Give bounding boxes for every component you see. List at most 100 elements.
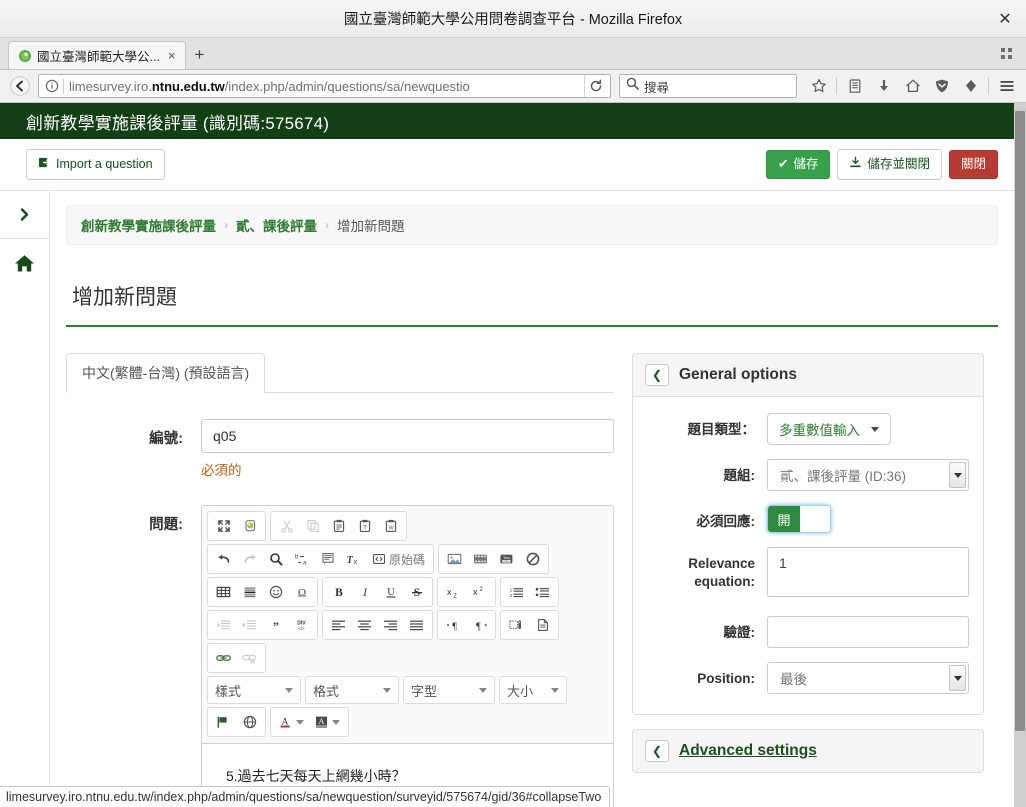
downloads-icon[interactable] [870,73,897,99]
collapse-toggle-icon[interactable]: ❮ [645,740,669,762]
numbered-list-icon[interactable]: 12 [504,580,529,604]
text-direction-ltr-icon[interactable]: ¶ [441,613,466,637]
globe-icon[interactable] [237,710,262,734]
select-arrow-icon[interactable] [949,462,966,488]
templates-icon[interactable] [504,613,529,637]
outdent-icon[interactable] [211,613,236,637]
styles-combo[interactable]: 樣式 [207,676,301,704]
page-scrollbar[interactable] [1014,103,1026,807]
text-color-icon[interactable]: A [274,710,309,734]
close-label: 關閉 [960,157,986,171]
home-icon [15,254,34,271]
superscript-icon[interactable]: x2 [467,580,492,604]
pocket-icon[interactable] [957,73,984,99]
font-combo[interactable]: 字型 [403,676,495,704]
copy-icon[interactable] [300,514,325,538]
general-options-header[interactable]: ❮ General options [633,354,983,397]
undo-icon[interactable] [211,547,236,571]
paste-as-text-icon[interactable]: T [352,514,377,538]
reload-icon[interactable] [584,75,606,97]
browser-tab[interactable]: 國立臺灣師範大學公... × [8,41,186,69]
question-type-dropdown[interactable]: 多重數值輸入 [767,413,891,445]
link-icon[interactable] [211,646,236,670]
find-icon[interactable] [263,547,288,571]
create-div-icon[interactable]: DIV </> [289,613,314,637]
tab-close-icon[interactable]: × [165,48,179,63]
new-page-icon[interactable] [530,613,555,637]
hamburger-menu-icon[interactable] [993,73,1020,99]
advanced-settings-header[interactable]: ❮ Advanced settings [633,730,983,772]
sidebar-expand-button[interactable] [0,191,49,239]
mandatory-toggle[interactable]: 開 [767,505,831,533]
remove-format-icon[interactable]: Tx [341,547,366,571]
bulleted-list-icon[interactable] [530,580,555,604]
flag-icon[interactable] [211,710,236,734]
align-justify-icon[interactable] [404,613,429,637]
window-close-button[interactable]: ✕ [992,6,1018,32]
breadcrumb-item-1[interactable]: 貳、課後評量 [236,215,317,235]
image-icon[interactable] [442,547,467,571]
breadcrumb-item-0[interactable]: 創新教學實施課後評量 [81,215,216,235]
url-bar[interactable]: limesurvey.iro.ntnu.edu.tw/index.php/adm… [38,74,611,98]
align-center-icon[interactable] [352,613,377,637]
bg-color-icon[interactable]: A [310,710,345,734]
new-tab-button[interactable]: + [186,41,214,69]
italic-icon[interactable]: I [352,580,377,604]
editor-group-document [207,511,266,541]
back-button-icon[interactable] [6,72,34,100]
shield-icon[interactable] [928,73,955,99]
sidebar-item-home[interactable] [0,239,49,287]
validation-input[interactable] [767,616,969,648]
page-break-icon[interactable] [520,547,545,571]
list-all-tabs-icon[interactable] [998,45,1018,65]
question-group-select[interactable]: 貳、課後評量 (ID:36) [767,459,969,491]
subscript-icon[interactable]: x2 [441,580,466,604]
unlink-icon[interactable] [237,646,262,670]
indent-icon[interactable] [237,613,262,637]
save-and-close-button[interactable]: 儲存並關閉 [837,149,942,180]
paste-from-word-icon[interactable]: W [378,514,403,538]
import-question-button[interactable]: Import a question [26,149,165,180]
editor-group-bidi: ¶ ¶ [437,610,496,640]
source-button[interactable]: 原始碼 [367,547,430,571]
strikethrough-icon[interactable]: S [404,580,429,604]
replace-icon[interactable]: ba [289,547,314,571]
page-scrollbar-thumb[interactable] [1015,111,1025,731]
search-bar[interactable]: 搜尋 [619,74,797,98]
position-select[interactable]: 最後 [767,662,969,694]
show-blocks-icon[interactable] [237,514,262,538]
library-icon[interactable] [841,73,868,99]
collapse-toggle-icon[interactable]: ❮ [645,364,669,386]
tab-default-language[interactable]: 中文(繁體-台灣) (預設語言) [66,353,266,393]
code-field-wrap: 必須的 [201,419,614,479]
underline-icon[interactable]: U [378,580,403,604]
close-button[interactable]: 關閉 [948,150,998,179]
horizontal-rule-icon[interactable] [237,580,262,604]
size-combo[interactable]: 大小 [499,676,567,704]
bookmark-star-icon[interactable] [805,73,832,99]
special-character-icon[interactable]: Ω [289,580,314,604]
bold-icon[interactable]: B [326,580,351,604]
select-all-icon[interactable]: I [315,547,340,571]
align-left-icon[interactable] [326,613,351,637]
flash-icon[interactable] [468,547,493,571]
smiley-icon[interactable] [263,580,288,604]
advanced-settings-link[interactable]: Advanced settings [679,742,817,760]
paste-icon[interactable] [326,514,351,538]
blockquote-icon[interactable]: ” [263,613,288,637]
text-direction-rtl-icon[interactable]: ¶ [467,613,492,637]
site-info-icon[interactable] [43,77,61,95]
editor-group-clipboard: T W [270,511,407,541]
youtube-icon[interactable]: You Tube [494,547,519,571]
save-button[interactable]: ✔ 儲存 [765,150,831,179]
question-code-input[interactable] [201,419,614,453]
maximize-icon[interactable] [211,514,236,538]
align-right-icon[interactable] [378,613,403,637]
redo-icon[interactable] [237,547,262,571]
select-arrow-icon[interactable] [949,665,966,691]
cut-icon[interactable] [274,514,299,538]
relevance-equation-textarea[interactable] [767,547,969,597]
table-icon[interactable] [211,580,236,604]
format-combo[interactable]: 格式 [305,676,399,704]
home-icon[interactable] [899,73,926,99]
